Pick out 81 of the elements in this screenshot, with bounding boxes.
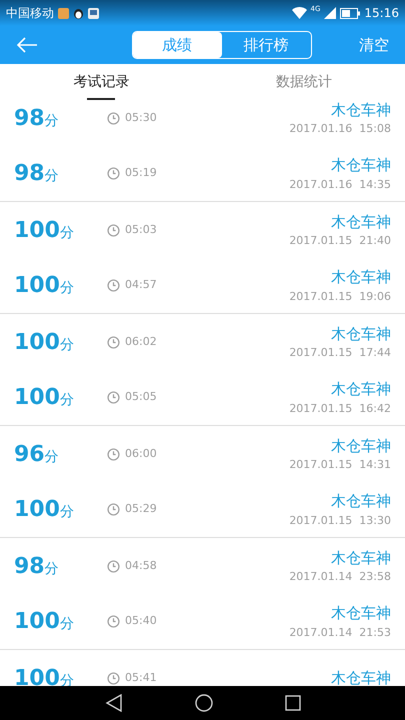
clock-icon — [107, 560, 120, 572]
duration-text: 05:05 — [125, 389, 157, 406]
clear-button[interactable]: 清空 — [359, 34, 389, 56]
segment-tab[interactable]: 成绩 — [132, 32, 222, 58]
user-name: 木仓车神 — [331, 491, 391, 512]
score-unit: 分 — [60, 224, 74, 242]
duration-text: 05:29 — [125, 501, 157, 518]
score-unit: 分 — [44, 448, 59, 466]
clock-icon — [107, 112, 120, 124]
date-time: 2017.01.15 19:06 — [289, 288, 391, 304]
user-name: 木仓车神 — [331, 379, 391, 400]
app-notification-icon — [88, 8, 99, 18]
duration-text: 04:57 — [125, 277, 157, 294]
duration-text: 05:19 — [125, 165, 157, 182]
date-time: 2017.01.16 15:08 — [289, 121, 391, 137]
clock-icon — [107, 279, 120, 292]
score-unit: 分 — [60, 672, 74, 686]
score-unit: 分 — [60, 503, 74, 522]
app-notification-icon — [58, 8, 69, 18]
duration-text: 06:02 — [125, 334, 157, 350]
segment-tab[interactable]: 排行榜 — [222, 32, 310, 58]
duration-text: 05:03 — [125, 222, 157, 238]
duration-text: 04:58 — [125, 558, 157, 574]
date-time: 2017.01.15 14:31 — [289, 457, 391, 473]
score-value: 100 — [14, 216, 60, 244]
score-value: 98 — [14, 104, 45, 132]
user-name: 木仓车神 — [331, 212, 391, 232]
user-name: 木仓车神 — [331, 100, 391, 120]
date-time: 2017.01.15 17:44 — [289, 345, 391, 361]
clock-time: 15:16 — [364, 5, 399, 22]
score-value: 100 — [14, 664, 60, 686]
score-value: 100 — [14, 496, 60, 524]
score-unit: 分 — [60, 615, 74, 634]
score-unit: 分 — [60, 336, 74, 354]
score-unit: 分 — [44, 112, 59, 130]
user-name: 木仓车神 — [331, 267, 391, 288]
clock-icon — [107, 391, 120, 404]
user-name: 木仓车神 — [331, 548, 391, 568]
date-time: 2017.01.16 14:35 — [289, 176, 391, 192]
date-time: 2017.01.15 21:40 — [289, 233, 391, 249]
user-name: 木仓车神 — [331, 603, 391, 624]
score-value: 100 — [14, 384, 60, 412]
home-nav-icon[interactable] — [194, 694, 212, 712]
penguin-icon — [73, 8, 84, 18]
duration-text: 05:41 — [125, 670, 157, 686]
duration-text: 05:40 — [125, 613, 157, 630]
score-value: 96 — [14, 440, 45, 468]
date-time: 2017.01.14 21:53 — [289, 624, 391, 640]
clock-icon — [107, 167, 120, 180]
clock-icon — [107, 615, 120, 628]
score-unit: 分 — [44, 167, 59, 186]
duration-text: 05:30 — [125, 110, 157, 126]
clock-icon — [107, 503, 120, 516]
score-value: 98 — [14, 552, 45, 580]
date-time: 2017.01.14 23:58 — [289, 569, 391, 585]
battery-icon — [340, 8, 360, 18]
user-name: 木仓车神 — [331, 155, 391, 176]
wifi-icon — [292, 7, 307, 19]
back-nav-icon[interactable] — [104, 694, 122, 712]
score-unit: 分 — [44, 560, 59, 578]
tab[interactable]: 数据统计 — [202, 64, 405, 100]
duration-text: 06:00 — [125, 446, 157, 462]
recents-nav-icon[interactable] — [284, 695, 300, 711]
clock-icon — [107, 224, 120, 236]
tab[interactable]: 考试记录 — [0, 64, 202, 100]
score-value: 100 — [14, 608, 60, 636]
carrier-label: 中国移动 — [6, 5, 54, 22]
score-value: 100 — [14, 272, 60, 300]
clock-icon — [107, 336, 120, 348]
score-unit: 分 — [60, 279, 74, 298]
clock-icon — [107, 672, 120, 684]
user-name: 木仓车神 — [331, 668, 391, 686]
date-time: 2017.01.15 13:30 — [289, 512, 391, 528]
user-name: 木仓车神 — [331, 324, 391, 344]
score-value: 100 — [14, 328, 60, 356]
score-value: 98 — [14, 160, 45, 188]
clock-icon — [107, 448, 120, 460]
user-name: 木仓车神 — [331, 436, 391, 456]
score-unit: 分 — [60, 391, 74, 410]
signal-icon — [324, 7, 336, 19]
date-time: 2017.01.15 16:42 — [289, 400, 391, 416]
